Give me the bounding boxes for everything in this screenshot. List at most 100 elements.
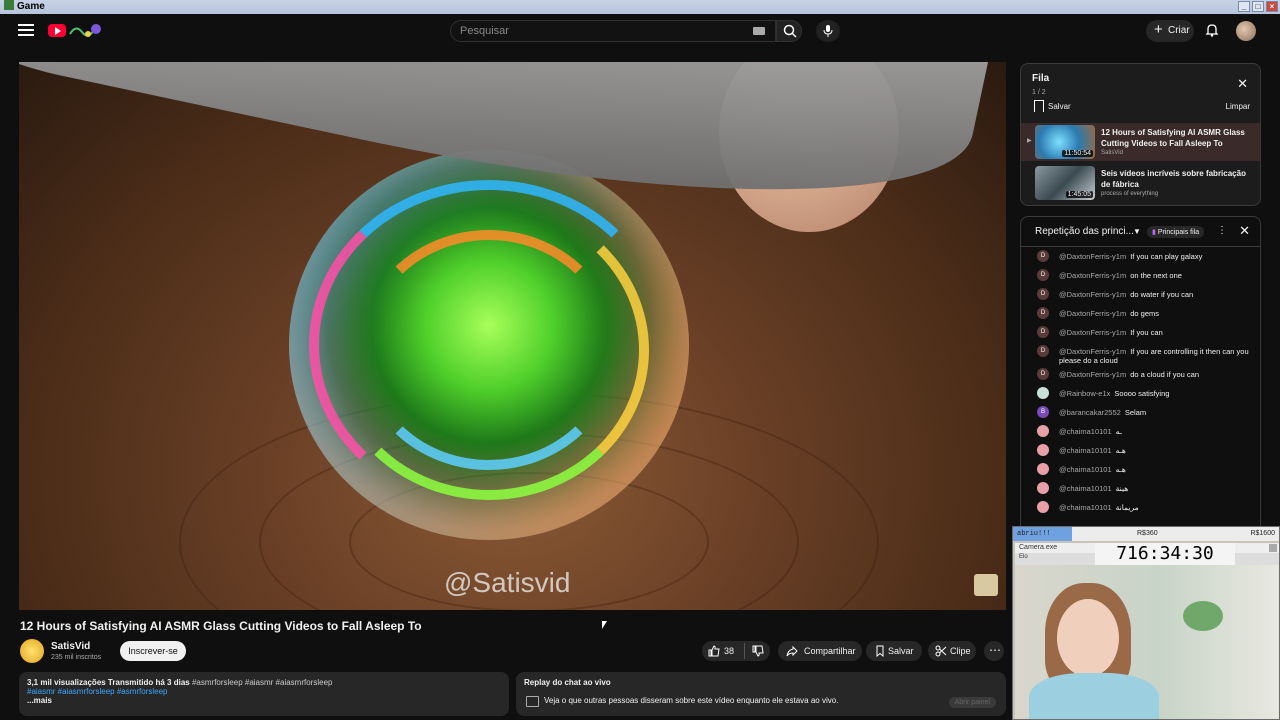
show-more-link[interactable]: ...mais [27, 696, 501, 705]
chat-message[interactable]: D @DaxtonFerris-y1m do a cloud if you can [1021, 365, 1260, 384]
plant [1183, 601, 1223, 631]
keyboard-icon[interactable] [753, 27, 765, 35]
stream-timer: 716:34:30 [1095, 543, 1235, 565]
share-button[interactable]: Compartilhar [778, 641, 862, 661]
chat-message[interactable]: @chaima10101 هـه [1021, 441, 1260, 460]
close-window-button[interactable]: × [1266, 1, 1278, 12]
voice-search-button[interactable] [816, 20, 840, 42]
streamer-body [1029, 673, 1159, 719]
chat-author-avatar[interactable]: B [1037, 406, 1049, 418]
channel-name[interactable]: SatisVid [51, 641, 90, 652]
chat-author-name[interactable]: @chaima10101 [1059, 503, 1112, 512]
chat-author-name[interactable]: @chaima10101 [1059, 465, 1112, 474]
chat-author-name[interactable]: @chaima10101 [1059, 484, 1112, 493]
mouse-cursor [602, 621, 607, 629]
search-icon [783, 24, 797, 38]
camera-close-icon[interactable] [1269, 544, 1277, 552]
save-button[interactable]: Salvar [866, 641, 922, 661]
youtube-play-icon [48, 24, 66, 37]
chat-author-name[interactable]: @DaxtonFerris-y1m [1059, 347, 1126, 356]
subscribe-button[interactable]: Inscrever-se [120, 641, 186, 661]
chat-author-name[interactable]: @barancakar2552 [1059, 408, 1121, 417]
view-stats: 3,1 mil visualizações Transmitido há 3 d… [27, 678, 190, 687]
chat-author-avatar[interactable] [1037, 444, 1049, 456]
chat-author-name[interactable]: @DaxtonFerris-y1m [1059, 328, 1126, 337]
chat-author-avatar[interactable]: D [1037, 307, 1049, 319]
chat-author-name[interactable]: @DaxtonFerris-y1m [1059, 271, 1126, 280]
goal-max: R$1600 [1250, 530, 1275, 537]
chat-message-text: do water if you can [1130, 290, 1194, 299]
kebab-menu-icon[interactable]: ⋮ [1217, 225, 1227, 236]
create-button[interactable]: Criar [1146, 19, 1194, 42]
masthead: Criar [0, 14, 1280, 48]
notifications-bell-icon[interactable] [1204, 22, 1220, 38]
video-player[interactable]: @Satisvid [19, 62, 1006, 610]
chat-message[interactable]: D @DaxtonFerris-y1m If you can play galaxy [1021, 247, 1260, 266]
chat-message[interactable]: D @DaxtonFerris-y1m If you can [1021, 323, 1260, 342]
chat-author-name[interactable]: @chaima10101 [1059, 446, 1112, 455]
thumbs-down-icon[interactable] [752, 645, 764, 657]
chat-author-avatar[interactable]: D [1037, 269, 1049, 281]
thumbs-up-icon[interactable] [708, 645, 720, 657]
chat-message[interactable]: D @DaxtonFerris-y1m do water if you can [1021, 285, 1260, 304]
like-dislike-group: 38 [702, 641, 770, 661]
menu-icon[interactable] [18, 24, 34, 39]
chat-author-name[interactable]: @Rainbow-e1x [1059, 389, 1110, 398]
minimize-button[interactable]: _ [1238, 1, 1250, 12]
more-actions-button[interactable]: ⋯ [984, 641, 1004, 661]
chat-author-avatar[interactable] [1037, 387, 1049, 399]
open-panel-button[interactable]: Abrir painel [948, 697, 996, 708]
queue-item-title: 12 Hours of Satisfying AI ASMR Glass Cut… [1101, 128, 1245, 148]
youtube-logo[interactable] [48, 22, 104, 40]
chat-author-name[interactable]: @DaxtonFerris-y1m [1059, 252, 1126, 261]
chat-author-name[interactable]: @chaima10101 [1059, 427, 1112, 436]
chat-message[interactable]: @chaima10101 ـه [1021, 422, 1260, 441]
chat-message[interactable]: @chaima10101 مريمانة [1021, 498, 1260, 517]
glass-kiwi-sphere [289, 150, 689, 540]
chat-message[interactable]: D @DaxtonFerris-y1m If you are controlling… [1021, 342, 1260, 365]
chat-message[interactable]: @Rainbow-e1x Soooo satisfying [1021, 384, 1260, 403]
account-avatar[interactable] [1236, 21, 1256, 41]
close-chat-icon[interactable]: ✕ [1239, 223, 1250, 239]
chat-author-avatar[interactable]: D [1037, 326, 1049, 338]
chat-message[interactable]: D @DaxtonFerris-y1m on the next one [1021, 266, 1260, 285]
chat-author-name[interactable]: @DaxtonFerris-y1m [1059, 370, 1126, 379]
chat-author-avatar[interactable]: D [1037, 368, 1049, 380]
chat-author-name[interactable]: @DaxtonFerris-y1m [1059, 290, 1126, 299]
queue-item[interactable]: 1:45:05 Seis vídeos incríveis sobre fabr… [1021, 164, 1260, 202]
chat-author-avatar[interactable] [1037, 501, 1049, 513]
chat-message[interactable]: D @DaxtonFerris-y1m do gems [1021, 304, 1260, 323]
queue-item[interactable]: ▶ 11:50:54 12 Hours of Satisfying AI ASM… [1021, 123, 1260, 161]
chat-author-avatar[interactable]: D [1037, 345, 1049, 357]
clip-button[interactable]: Clipe [928, 641, 976, 661]
chat-author-avatar[interactable]: D [1037, 250, 1049, 262]
maximize-button[interactable]: □ [1252, 1, 1264, 12]
search-button[interactable] [776, 20, 802, 42]
channel-watermark-logo[interactable] [974, 574, 998, 596]
chat-message-text: هـه [1115, 446, 1126, 455]
chat-author-avatar[interactable] [1037, 482, 1049, 494]
search-input[interactable] [451, 21, 741, 41]
chat-message[interactable]: @chaima10101 هـه [1021, 460, 1260, 479]
chat-author-avatar[interactable] [1037, 463, 1049, 475]
queue-item-title: Seis vídeos incríveis sobre fabricação d… [1101, 169, 1246, 189]
chat-author-name[interactable]: @DaxtonFerris-y1m [1059, 309, 1126, 318]
chat-message[interactable]: B @barancakar2552 Selam [1021, 403, 1260, 422]
chat-message-text: on the next one [1130, 271, 1182, 280]
queue-save-button[interactable]: Salvar [1032, 100, 1071, 112]
queue-clear-button[interactable]: Limpar [1226, 102, 1250, 111]
bookmark-icon [876, 645, 884, 657]
close-queue-icon[interactable]: ✕ [1237, 76, 1248, 92]
description-tags-inline: #asmrforsleep #aiasmr #aiasmrforsleep [191, 678, 333, 687]
channel-avatar[interactable] [20, 639, 44, 663]
chat-filter-badge[interactable]: Principais fila [1147, 226, 1205, 238]
chat-author-avatar[interactable]: D [1037, 288, 1049, 300]
scissors-icon [935, 645, 947, 657]
chat-message[interactable]: @chaima10101 هينة [1021, 479, 1260, 498]
chat-author-avatar[interactable] [1037, 425, 1049, 437]
description-hashtags[interactable]: #aiasmr #aiasmrforsleep #asmrforsleep [27, 687, 501, 696]
chat-mode-selector[interactable]: Repetição das princi... [1035, 226, 1134, 237]
description-box[interactable]: 3,1 mil visualizações Transmitido há 3 d… [19, 672, 509, 716]
search-box[interactable] [450, 20, 776, 42]
chevron-down-icon[interactable]: ▼ [1133, 227, 1141, 236]
